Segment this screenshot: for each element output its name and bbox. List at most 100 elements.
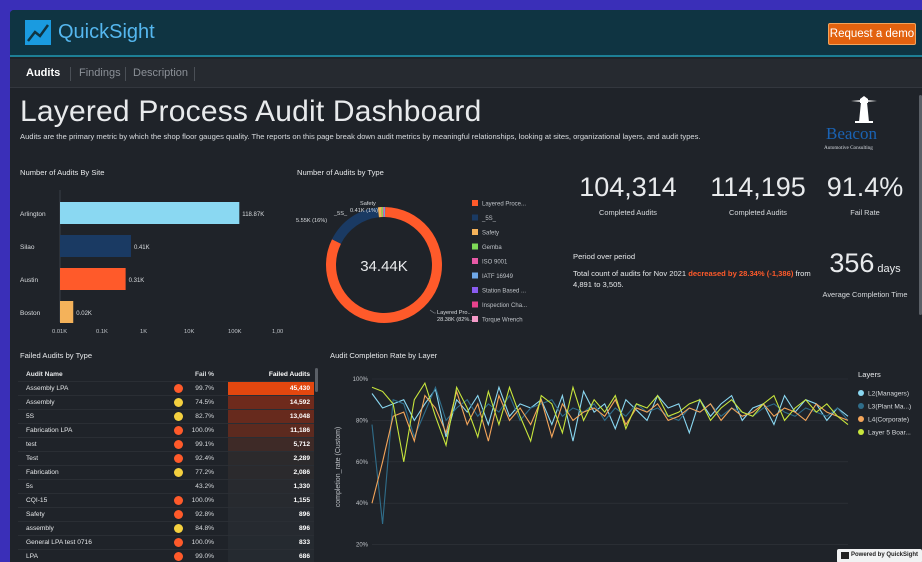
table-row[interactable]: Fabrication LPA 100.0% 11,186 [18,424,314,438]
donut-legend-label[interactable]: Layered Proce... [482,202,526,208]
row-failed-count: 11,186 [228,424,314,437]
series-line[interactable] [371,389,849,504]
row-audit-name: CQI-15 [26,497,48,504]
tab-findings[interactable]: Findings [79,67,121,79]
table-row[interactable]: CQI-15 100.0% 1,155 [18,494,314,508]
callout-safety: Safety [360,201,376,207]
legend-dot [858,403,864,409]
legend-dot [858,416,864,422]
row-audit-name: Assembly LPA [26,385,69,392]
donut-legend-swatch [472,229,478,235]
donut-slice[interactable] [382,207,385,218]
table-row[interactable]: Test 92.4% 2,289 [18,452,314,466]
status-dot [174,426,183,435]
site-bar-value: 0.31K [129,278,145,284]
site-axis-tick: 1K [140,329,147,335]
site-bar-label: Arlington [20,211,46,218]
site-bar[interactable] [60,202,240,224]
sites-chart-title: Number of Audits By Site [20,168,105,177]
header-fail-pct[interactable]: Fail % [195,371,214,378]
row-failed-count: 1,330 [228,480,314,493]
table-row[interactable]: Fabrication 77.2% 2,086 [18,466,314,480]
row-audit-name: 5S [26,413,35,420]
status-dot [174,496,183,505]
donut-legend-label[interactable]: Safety [482,231,499,237]
type-chart-title: Number of Audits by Type [297,168,384,177]
tab-audits[interactable]: Audits [26,67,60,79]
powered-by-text: Powered by QuickSight [851,552,919,558]
donut-legend-label[interactable]: ISO 9001 [482,260,508,266]
powered-by-badge[interactable]: Powered by QuickSight [837,549,922,562]
legend-dot [858,429,864,435]
beacon-logo: Beacon Automotive Consulting [818,94,908,156]
donut-legend-label[interactable]: Inspection Cha... [482,303,527,309]
site-axis-tick: 0.1K [96,329,108,335]
row-failed-count: 896 [228,522,314,535]
completion-line-chart: 100% 80% 60% 40% 20% completion_rate (Custom) [335,377,849,549]
donut-legend-swatch [472,272,478,279]
legend-label: L4(Corporate) [868,416,910,424]
line-legend-item[interactable]: L3(Plant Ma...) [858,403,911,411]
site-axis-tick: 0.01K [52,329,67,335]
line-legend-item[interactable]: L2(Managers) [858,390,909,398]
table-row[interactable]: 5s 43.2% 1,330 [18,480,314,494]
row-fail-pct: 100.0% [191,497,214,504]
table-row[interactable]: Assembly 74.5% 14,592 [18,396,314,410]
table-row[interactable]: Assembly LPA 99.7% 45,430 [18,382,314,396]
donut-legend-swatch [472,287,478,293]
row-failed-count: 686 [228,550,314,562]
table-row[interactable]: General LPA test 0716 100.0% 833 [18,536,314,550]
status-dot [174,454,183,463]
status-dot [174,384,183,393]
status-dot [174,468,183,477]
row-failed-count: 13,048 [228,410,314,423]
period-text-before: Total count of audits for Nov 2021 [573,269,689,278]
site-bar[interactable] [60,235,131,257]
row-failed-count: 833 [228,536,314,549]
tab-description[interactable]: Description [133,67,188,79]
status-dot [174,552,183,561]
header-failed-audits[interactable]: Failed Audits [228,368,314,381]
site-bar[interactable] [60,268,126,290]
row-fail-pct: 77.2% [195,469,214,476]
donut-legend-label[interactable]: Gemba [482,245,502,251]
row-fail-pct: 74.5% [195,399,214,406]
table-scrollbar[interactable] [315,368,318,392]
table-row[interactable]: 5S 82.7% 13,048 [18,410,314,424]
table-row[interactable]: test 99.1% 5,712 [18,438,314,452]
quicksight-mini-icon [841,552,849,559]
legend-label: Layer 5 Boar... [868,429,911,437]
y-axis-tick: 100% [353,377,369,383]
failed-audits-table: Audit Name Fail % Failed Audits Assembly LP… [18,368,314,562]
donut-legend-label[interactable]: Station Based ... [482,289,526,295]
line-chart-title: Audit Completion Rate by Layer [330,351,438,360]
kpi-fail-rate-value: 91.4% [826,172,904,202]
legend-label: L2(Managers) [868,390,910,398]
status-dot [174,538,183,547]
donut-legend-label[interactable]: _5S_ [481,216,497,222]
kpi-fail-rate-label: Fail Rate [850,208,880,217]
series-line[interactable] [371,381,849,462]
donut-legend-label[interactable]: Torque Wrench [482,318,523,324]
tab-divider [125,67,126,81]
line-legend-item[interactable]: Layer 5 Boar... [858,429,911,437]
table-header-row: Audit Name Fail % Failed Audits [18,368,314,382]
table-row[interactable]: LPA 99.0% 686 [18,550,314,562]
donut-legend-swatch [472,301,478,308]
row-audit-name: General LPA test 0716 [26,539,92,546]
top-bar: QuickSight Request a demo [10,10,922,57]
site-bar[interactable] [60,301,74,323]
row-audit-name: 5s [26,483,33,490]
y-axis-tick: 60% [356,460,369,466]
request-demo-button[interactable]: Request a demo [828,23,916,45]
donut-legend-swatch [472,214,478,221]
site-axis-tick: 100K [228,329,242,335]
kpi-completed2-label: Completed Audits [729,208,787,217]
header-audit-name[interactable]: Audit Name [26,371,63,378]
donut-legend-swatch [472,243,478,250]
table-row[interactable]: Safety 92.8% 896 [18,508,314,522]
site-bar-label: Silao [20,244,35,251]
donut-legend-label[interactable]: IATF 16949 [482,274,514,280]
line-legend-item[interactable]: L4(Corporate) [858,416,909,424]
table-row[interactable]: assembly 84.8% 896 [18,522,314,536]
